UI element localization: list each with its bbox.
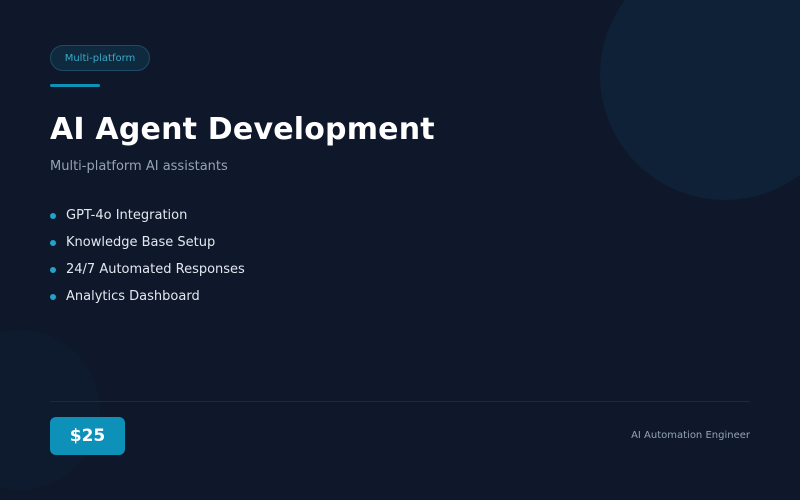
decorative-circle-top-right (600, 0, 800, 200)
feature-label: Analytics Dashboard (66, 289, 200, 304)
feature-label: GPT-4o Integration (66, 208, 188, 223)
bullet-dot-icon (50, 293, 56, 300)
footer-divider (50, 401, 750, 402)
service-title: AI Agent Development (50, 112, 435, 147)
category-badge: Multi-platform (50, 45, 150, 71)
decorative-circle-bottom-left (0, 330, 100, 490)
feature-item: Analytics Dashboard (50, 283, 245, 310)
service-subtitle: Multi-platform AI assistants (50, 159, 228, 174)
feature-item: 24/7 Automated Responses (50, 256, 245, 283)
accent-line (50, 84, 100, 87)
feature-item: Knowledge Base Setup (50, 229, 245, 256)
service-card: Multi-platform AI Agent Development Mult… (0, 0, 800, 500)
feature-label: Knowledge Base Setup (66, 235, 216, 250)
bullet-dot-icon (50, 239, 56, 246)
role-label: AI Automation Engineer (631, 430, 750, 441)
feature-item: GPT-4o Integration (50, 202, 245, 229)
bullet-dot-icon (50, 212, 56, 219)
price-badge: $25 (50, 417, 125, 455)
feature-list: GPT-4o Integration Knowledge Base Setup … (50, 202, 245, 310)
feature-label: 24/7 Automated Responses (66, 262, 245, 277)
bullet-dot-icon (50, 266, 56, 273)
